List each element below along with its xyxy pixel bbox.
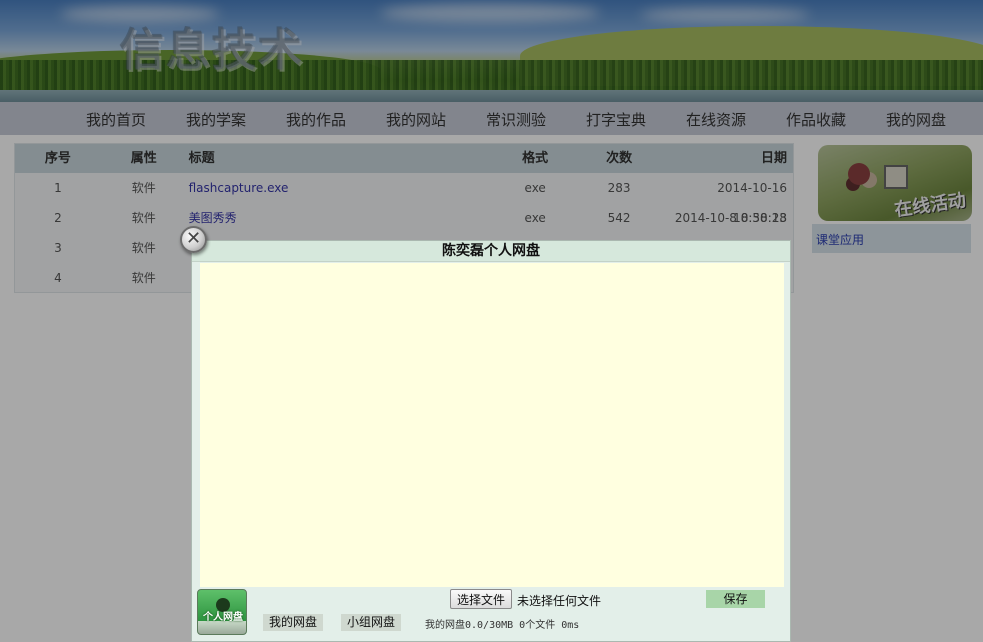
dialog-title: 陈奕磊个人网盘 — [192, 241, 790, 262]
disk-usage-info: 我的网盘0.0/30MB 0个文件 0ms — [425, 620, 580, 631]
tab-my-disk[interactable]: 我的网盘 — [263, 614, 324, 631]
tab-group-disk[interactable]: 小组网盘 — [341, 614, 402, 631]
save-button[interactable]: 保存 — [706, 590, 765, 608]
net-disk-logo: 个人网盘 — [197, 589, 247, 635]
net-disk-dialog: 陈奕磊个人网盘 个人网盘 选择文件 未选择任何文件 保存 我的网盘 小组网盘 我… — [191, 240, 791, 642]
close-dialog-button[interactable]: ✕ — [180, 226, 207, 253]
net-disk-logo-text: 个人网盘 — [203, 612, 243, 623]
file-status-text: 未选择任何文件 — [517, 594, 602, 608]
choose-file-button[interactable]: 选择文件 — [450, 589, 513, 609]
close-icon: ✕ — [185, 228, 202, 249]
dialog-content-area — [200, 263, 784, 587]
